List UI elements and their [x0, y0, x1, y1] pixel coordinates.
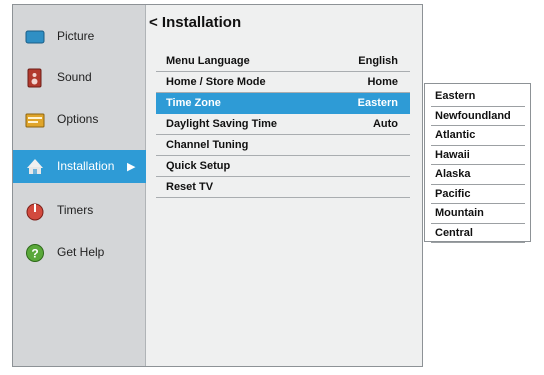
- sidebar-item-label: Timers: [57, 203, 94, 217]
- settings-list: Menu Language English Home / Store Mode …: [156, 51, 410, 198]
- sidebar-item-options[interactable]: Options: [13, 106, 146, 134]
- row-label: Menu Language: [166, 55, 250, 67]
- timezone-option-alaska[interactable]: Alaska: [431, 165, 525, 185]
- submenu-arrow-icon: ▶: [127, 161, 136, 173]
- row-value: Home: [367, 76, 398, 88]
- help-icon: ?: [25, 243, 45, 263]
- daylight-saving-time-row[interactable]: Daylight Saving Time Auto: [156, 114, 410, 135]
- page-title[interactable]: < Installation: [149, 14, 241, 31]
- svg-text:?: ?: [31, 247, 38, 261]
- sidebar-item-picture[interactable]: Picture: [13, 23, 146, 51]
- sidebar-item-label: Options: [57, 112, 99, 126]
- quick-setup-row[interactable]: Quick Setup: [156, 156, 410, 177]
- row-label: Reset TV: [166, 181, 214, 193]
- sidebar-item-label: Sound: [57, 70, 92, 84]
- sidebar-item-label: Get Help: [57, 245, 105, 259]
- row-label: Channel Tuning: [166, 139, 249, 151]
- row-value: English: [358, 55, 398, 67]
- row-label: Time Zone: [166, 97, 221, 109]
- timer-icon: [25, 201, 45, 221]
- sidebar-item-installation[interactable]: Installation ▶: [13, 150, 146, 183]
- sidebar: Picture Sound Options Installation ▶ Tim…: [13, 5, 146, 366]
- row-value: Eastern: [357, 97, 398, 109]
- sidebar-item-label: Picture: [57, 29, 95, 43]
- sidebar-item-get-help[interactable]: ? Get Help: [13, 239, 146, 267]
- time-zone-dropdown: Eastern Newfoundland Atlantic Hawaii Ala…: [424, 83, 531, 243]
- sidebar-item-label: Installation: [57, 159, 115, 173]
- timezone-option-eastern[interactable]: Eastern: [431, 87, 525, 107]
- timezone-option-pacific[interactable]: Pacific: [431, 185, 525, 204]
- sidebar-item-sound[interactable]: Sound: [13, 64, 146, 92]
- timezone-option-hawaii[interactable]: Hawaii: [431, 146, 525, 165]
- tv-settings-menu: Picture Sound Options Installation ▶ Tim…: [12, 4, 423, 367]
- timezone-option-newfoundland[interactable]: Newfoundland: [431, 107, 525, 126]
- options-icon: [25, 110, 45, 130]
- sidebar-item-timers[interactable]: Timers: [13, 197, 146, 225]
- channel-tuning-row[interactable]: Channel Tuning: [156, 135, 410, 156]
- speaker-icon: [25, 68, 45, 88]
- row-label: Daylight Saving Time: [166, 118, 278, 130]
- timezone-option-atlantic[interactable]: Atlantic: [431, 126, 525, 146]
- timezone-option-mountain[interactable]: Mountain: [431, 204, 525, 224]
- row-label: Home / Store Mode: [166, 76, 266, 88]
- menu-language-row[interactable]: Menu Language English: [156, 51, 410, 72]
- time-zone-row[interactable]: Time Zone Eastern: [156, 93, 410, 114]
- home-store-mode-row[interactable]: Home / Store Mode Home: [156, 72, 410, 93]
- reset-tv-row[interactable]: Reset TV: [156, 177, 410, 198]
- picture-icon: [25, 27, 45, 47]
- installation-icon: [25, 156, 45, 176]
- row-value: Auto: [372, 118, 398, 130]
- row-label: Quick Setup: [166, 160, 231, 172]
- timezone-option-central[interactable]: Central: [431, 224, 525, 243]
